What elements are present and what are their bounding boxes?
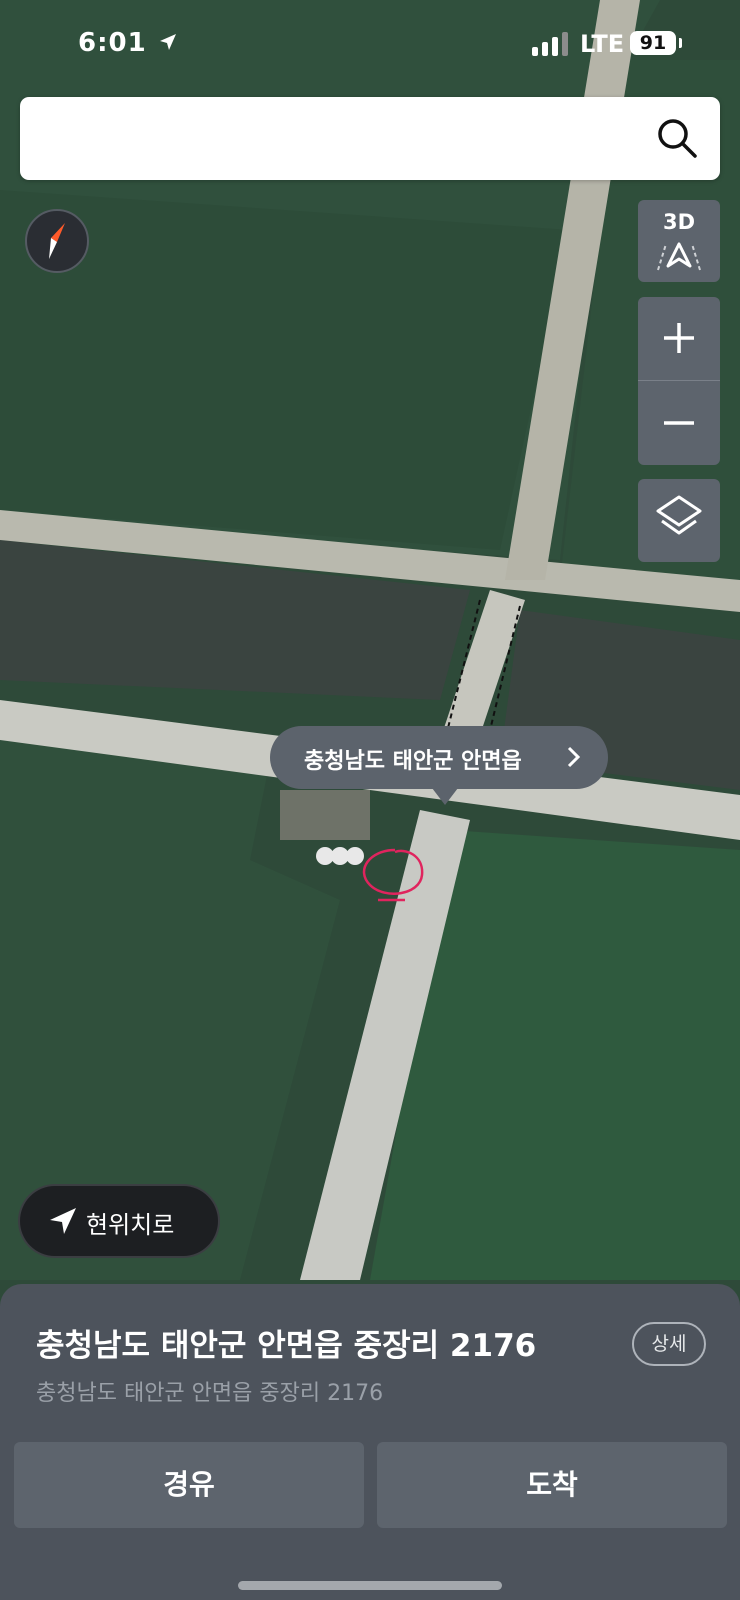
- layers-button[interactable]: [638, 479, 720, 562]
- view-3d-button[interactable]: 3D: [638, 200, 720, 282]
- location-arrow-icon: [50, 1208, 76, 1234]
- search-input[interactable]: [38, 113, 642, 165]
- zoom-out-button[interactable]: [638, 381, 720, 465]
- callout-label: 충청남도 태안군 안면읍: [304, 749, 522, 774]
- location-callout[interactable]: 충청남도 태안군 안면읍: [270, 726, 608, 805]
- compass-icon: [49, 223, 65, 259]
- place-title: 충청남도 태안군 안면읍 중장리 2176: [36, 1328, 537, 1364]
- search-bar[interactable]: [20, 97, 720, 180]
- search-icon[interactable]: [656, 117, 698, 159]
- location-services-icon: [160, 34, 176, 50]
- place-info-sheet: 충청남도 태안군 안면읍 중장리 2176 충청남도 태안군 안면읍 중장리 2…: [0, 1284, 740, 1600]
- detail-button[interactable]: 상세: [632, 1322, 706, 1366]
- place-subtitle: 충청남도 태안군 안면읍 중장리 2176: [36, 1381, 384, 1406]
- battery-indicator: 91: [630, 31, 682, 55]
- zoom-controls: [638, 297, 720, 465]
- status-bar: 6:01 LTE 91: [0, 0, 740, 90]
- cellular-signal-icon: [532, 30, 568, 56]
- arrive-button[interactable]: 도착: [377, 1442, 727, 1528]
- home-indicator: [238, 1581, 502, 1590]
- navigation-arrow-icon: [657, 242, 701, 271]
- current-location-button[interactable]: 현위치로: [20, 1186, 218, 1256]
- status-time: 6:01: [78, 28, 147, 58]
- view-3d-label: 3D: [662, 210, 696, 234]
- waypoint-button[interactable]: 경유: [14, 1442, 364, 1528]
- current-location-label: 현위치로: [86, 1211, 175, 1239]
- chevron-right-icon: [567, 746, 581, 768]
- compass-button[interactable]: [25, 209, 89, 273]
- plus-icon: [664, 323, 694, 353]
- minus-icon: [664, 421, 694, 425]
- zoom-in-button[interactable]: [638, 297, 720, 381]
- layers-icon: [656, 495, 702, 535]
- network-type: LTE: [580, 30, 625, 58]
